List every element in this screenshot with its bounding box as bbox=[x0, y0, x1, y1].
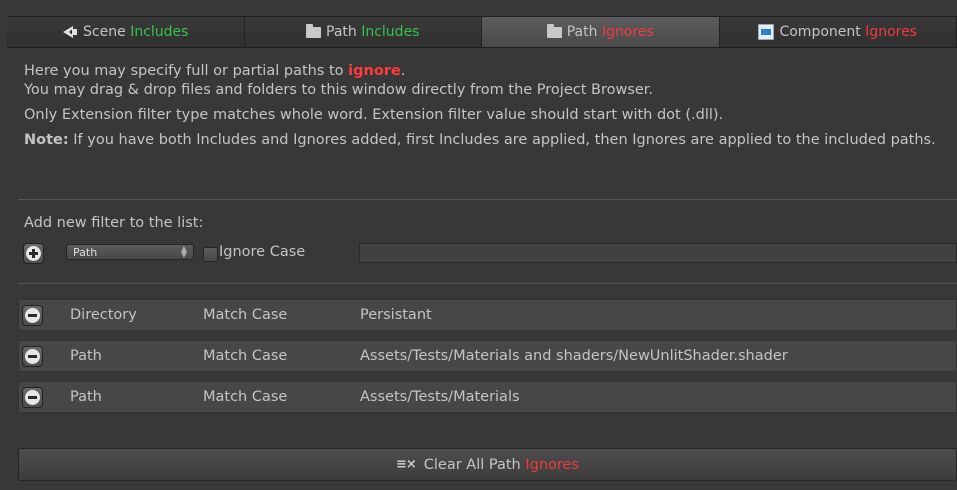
tab-suffix: Includes bbox=[361, 24, 420, 40]
filter-case: Match Case bbox=[203, 348, 288, 364]
filter-value-input[interactable] bbox=[359, 243, 957, 263]
filter-value: Assets/Tests/Materials bbox=[360, 389, 520, 405]
note-label: Note: bbox=[24, 132, 69, 148]
ignores-window: Scene Includes Path Includes Path Ignore… bbox=[0, 0, 957, 490]
tab-suffix: Ignores bbox=[601, 24, 654, 40]
minus-icon bbox=[25, 349, 40, 364]
ignore-case-label[interactable]: Ignore Case bbox=[219, 244, 305, 260]
clear-all-emph: Ignores bbox=[525, 456, 580, 473]
help-text: Here you may specify full or partial pat… bbox=[24, 62, 944, 150]
filter-value: Persistant bbox=[360, 307, 432, 323]
filter-type-value: Path bbox=[73, 245, 98, 259]
tab-suffix: Includes bbox=[130, 24, 189, 40]
add-filter-button[interactable] bbox=[23, 243, 44, 264]
help-text-suffix: . bbox=[400, 63, 406, 79]
filter-case: Match Case bbox=[203, 307, 288, 323]
tab-label: Component bbox=[779, 24, 861, 40]
help-line-2: You may drag & drop files and folders to… bbox=[24, 82, 654, 98]
add-filter-label: Add new filter to the list: bbox=[24, 215, 204, 231]
filter-row: Directory Match Case Persistant bbox=[18, 299, 957, 331]
filter-row: Path Match Case Assets/Tests/Materials a… bbox=[18, 340, 957, 372]
folder-icon bbox=[306, 23, 321, 38]
help-line-3: Only Extension filter type matches whole… bbox=[24, 107, 724, 123]
help-text-prefix: Here you may specify full or partial pat… bbox=[24, 63, 349, 79]
filter-value: Assets/Tests/Materials and shaders/NewUn… bbox=[360, 348, 788, 364]
filter-type-select[interactable]: Path ▲ ▼ bbox=[66, 244, 194, 260]
clear-list-icon: ≡× bbox=[395, 457, 417, 472]
filter-type: Path bbox=[70, 389, 102, 405]
component-icon bbox=[758, 24, 775, 40]
scene-icon bbox=[63, 26, 78, 38]
ignore-keyword: ignore bbox=[348, 63, 401, 79]
minus-icon bbox=[25, 308, 40, 323]
filter-case: Match Case bbox=[203, 389, 288, 405]
tab-path-includes[interactable]: Path Includes bbox=[244, 17, 482, 47]
minus-icon bbox=[25, 390, 40, 405]
remove-filter-button[interactable] bbox=[22, 346, 43, 367]
tab-suffix: Ignores bbox=[865, 24, 918, 40]
help-note: Note: If you have both Includes and Igno… bbox=[24, 131, 944, 150]
divider bbox=[18, 199, 957, 200]
divider bbox=[18, 283, 957, 284]
tab-label: Scene bbox=[83, 24, 126, 40]
filter-type: Directory bbox=[70, 307, 137, 323]
tab-path-ignores[interactable]: Path Ignores bbox=[482, 17, 720, 47]
note-text: If you have both Includes and Ignores ad… bbox=[68, 132, 936, 148]
tab-label: Path bbox=[566, 24, 598, 40]
remove-filter-button[interactable] bbox=[22, 305, 43, 326]
tab-label: Path bbox=[326, 24, 357, 40]
clear-all-label: Clear All Path bbox=[423, 456, 521, 473]
filter-type: Path bbox=[70, 348, 102, 364]
help-line-1: Here you may specify full or partial pat… bbox=[24, 62, 944, 81]
tab-component-ignores[interactable]: Component Ignores bbox=[719, 17, 957, 47]
ignore-case-checkbox[interactable] bbox=[203, 247, 218, 262]
remove-filter-button[interactable] bbox=[22, 387, 43, 408]
folder-icon bbox=[546, 23, 562, 38]
tab-scene-includes[interactable]: Scene Includes bbox=[7, 17, 245, 47]
plus-icon bbox=[26, 246, 41, 261]
select-arrows-icon: ▲ ▼ bbox=[180, 244, 187, 259]
filter-row: Path Match Case Assets/Tests/Materials bbox=[18, 381, 957, 413]
clear-all-button[interactable]: ≡× Clear All Path Ignores bbox=[18, 448, 957, 481]
tab-bar: Scene Includes Path Includes Path Ignore… bbox=[7, 16, 957, 48]
